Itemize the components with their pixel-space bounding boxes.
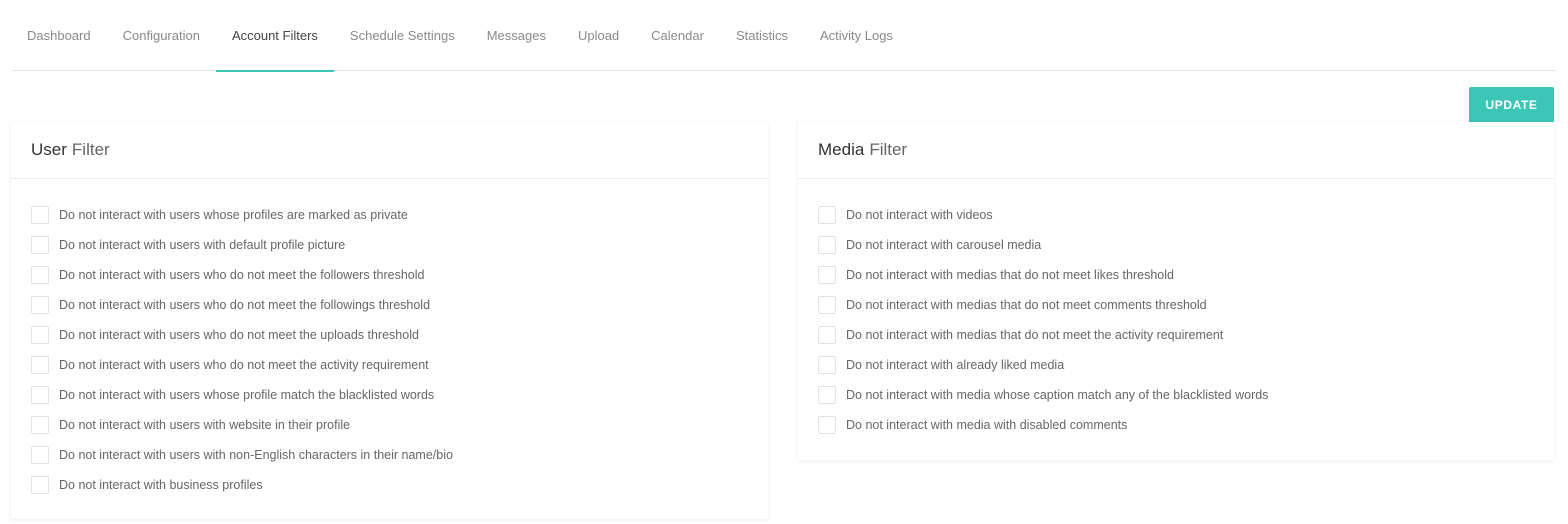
media-filter-option-label[interactable]: Do not interact with medias that do not … [846,328,1223,342]
user-filter-option-label[interactable]: Do not interact with users whose profile… [59,388,434,402]
user-filter-option-row[interactable]: Do not interact with users whose profile… [31,200,768,230]
user-filter-option-label[interactable]: Do not interact with users with default … [59,238,345,252]
tab-calendar[interactable]: Calendar [635,0,720,71]
media-filter-header: Media Filter [798,122,1554,179]
media-filter-option-row[interactable]: Do not interact with videos [818,200,1554,230]
user-filter-option-checkbox[interactable] [31,476,49,494]
main-tabs: Dashboard Configuration Account Filters Sch… [11,0,1557,72]
user-filter-title-rest: Filter [71,140,110,159]
media-filter-option-checkbox[interactable] [818,386,836,404]
user-filter-option-row[interactable]: Do not interact with business profiles [31,470,768,500]
user-filter-option-label[interactable]: Do not interact with users with non-Engl… [59,448,453,462]
user-filter-option-label[interactable]: Do not interact with users who do not me… [59,358,429,372]
user-filter-option-row[interactable]: Do not interact with users who do not me… [31,350,768,380]
user-filter-option-label[interactable]: Do not interact with users whose profile… [59,208,408,222]
media-filter-options: Do not interact with videos Do not intera… [798,179,1554,440]
user-filter-option-checkbox[interactable] [31,416,49,434]
user-filter-option-label[interactable]: Do not interact with users with website … [59,418,350,432]
media-filter-option-label[interactable]: Do not interact with media with disabled… [846,418,1127,432]
media-filter-option-row[interactable]: Do not interact with media whose caption… [818,380,1554,410]
media-filter-option-label[interactable]: Do not interact with medias that do not … [846,268,1174,282]
media-filter-option-row[interactable]: Do not interact with media with disabled… [818,410,1554,440]
tab-dashboard[interactable]: Dashboard [11,0,107,71]
media-filter-option-label[interactable]: Do not interact with already liked media [846,358,1064,372]
user-filter-option-checkbox[interactable] [31,356,49,374]
user-filter-option-checkbox[interactable] [31,386,49,404]
user-filter-option-checkbox[interactable] [31,326,49,344]
media-filter-option-row[interactable]: Do not interact with medias that do not … [818,260,1554,290]
media-filter-option-checkbox[interactable] [818,326,836,344]
tab-configuration[interactable]: Configuration [107,0,216,71]
user-filter-option-label[interactable]: Do not interact with users who do not me… [59,328,419,342]
media-filter-option-label[interactable]: Do not interact with medias that do not … [846,298,1207,312]
user-filter-option-checkbox[interactable] [31,236,49,254]
user-filter-option-checkbox[interactable] [31,206,49,224]
user-filter-option-row[interactable]: Do not interact with users who do not me… [31,260,768,290]
media-filter-option-checkbox[interactable] [818,296,836,314]
media-filter-title-strong: Media [818,140,865,159]
user-filter-option-label[interactable]: Do not interact with users who do not me… [59,268,424,282]
media-filter-card: Media Filter Do not interact with videos… [798,122,1554,460]
media-filter-option-checkbox[interactable] [818,206,836,224]
user-filter-option-row[interactable]: Do not interact with users who do not me… [31,290,768,320]
user-filter-option-checkbox[interactable] [31,266,49,284]
user-filter-option-row[interactable]: Do not interact with users who do not me… [31,320,768,350]
media-filter-option-row[interactable]: Do not interact with medias that do not … [818,290,1554,320]
tab-messages[interactable]: Messages [471,0,562,71]
user-filter-option-row[interactable]: Do not interact with users whose profile… [31,380,768,410]
media-filter-option-checkbox[interactable] [818,236,836,254]
user-filter-option-label[interactable]: Do not interact with business profiles [59,478,263,492]
media-filter-option-row[interactable]: Do not interact with carousel media [818,230,1554,260]
media-filter-option-label[interactable]: Do not interact with videos [846,208,993,222]
media-filter-title-rest: Filter [869,140,908,159]
media-filter-option-row[interactable]: Do not interact with medias that do not … [818,320,1554,350]
media-filter-option-checkbox[interactable] [818,266,836,284]
user-filter-title-strong: User [31,140,67,159]
user-filter-card: User Filter Do not interact with users w… [11,122,768,519]
user-filter-option-label[interactable]: Do not interact with users who do not me… [59,298,430,312]
user-filter-option-row[interactable]: Do not interact with users with non-Engl… [31,440,768,470]
update-button[interactable]: UPDATE [1469,87,1554,123]
media-filter-option-row[interactable]: Do not interact with already liked media [818,350,1554,380]
media-filter-option-checkbox[interactable] [818,356,836,374]
tab-account-filters[interactable]: Account Filters [215,0,334,72]
media-filter-option-checkbox[interactable] [818,416,836,434]
media-filter-option-label[interactable]: Do not interact with carousel media [846,238,1041,252]
user-filter-option-row[interactable]: Do not interact with users with default … [31,230,768,260]
user-filter-header: User Filter [11,122,768,179]
user-filter-option-row[interactable]: Do not interact with users with website … [31,410,768,440]
tab-activity-logs[interactable]: Activity Logs [804,0,909,71]
tab-upload[interactable]: Upload [562,0,635,71]
user-filter-option-checkbox[interactable] [31,296,49,314]
user-filter-options: Do not interact with users whose profile… [11,179,768,500]
tab-statistics[interactable]: Statistics [720,0,804,71]
tab-schedule-settings[interactable]: Schedule Settings [334,0,471,71]
user-filter-option-checkbox[interactable] [31,446,49,464]
media-filter-option-label[interactable]: Do not interact with media whose caption… [846,388,1268,402]
